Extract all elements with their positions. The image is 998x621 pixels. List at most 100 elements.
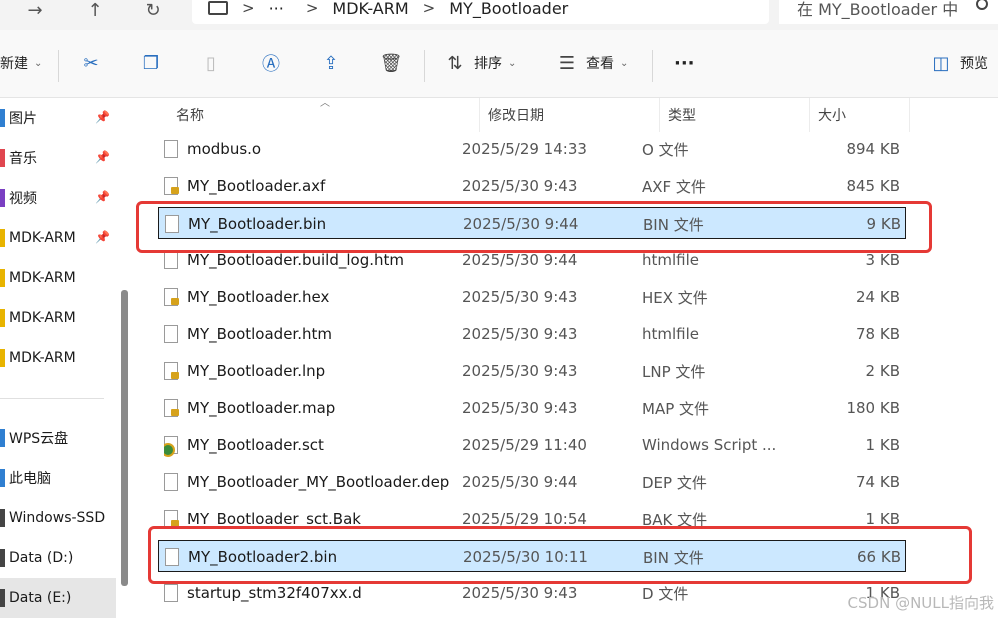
paste-button[interactable]: ▯: [200, 48, 222, 78]
file-icon: [164, 325, 178, 343]
file-date: 2025/5/29 14:33: [462, 140, 587, 158]
navigation-pane: 图片 📌 音乐 📌 视频 📌 MDK-ARM 📌 MDK-ARM MDK-ARM MDK-ARM WP…: [0, 98, 116, 621]
file-type: MAP 文件: [642, 399, 710, 418]
highlight-box: [148, 526, 972, 584]
sidebar-item-icon: [0, 149, 5, 167]
chevron-down-icon: ⌄: [508, 57, 517, 69]
sidebar-item[interactable]: MDK-ARM: [0, 258, 116, 298]
sidebar-item-label: MDK-ARM: [9, 310, 76, 326]
file-date: 2025/5/30 9:43: [462, 362, 578, 380]
scrollbar-thumb[interactable]: [121, 290, 128, 586]
rename-button[interactable]: Ⓐ: [260, 48, 282, 78]
view-button[interactable]: ☰ 查看 ⌄: [556, 48, 628, 78]
back-arrow-icon[interactable]: →: [20, 0, 50, 21]
search-placeholder: 在 MY_Bootloader 中搜索: [797, 0, 957, 19]
file-name: MY_Bootloader.sct: [187, 436, 324, 454]
computer-icon: [208, 1, 228, 15]
column-header-date[interactable]: 修改日期: [480, 98, 660, 132]
delete-button[interactable]: 🗑: [379, 48, 403, 78]
sidebar-item-label: WPS云盘: [9, 431, 69, 447]
file-row[interactable]: MY_Bootloader.map 2025/5/30 9:43 MAP 文件 180…: [158, 392, 906, 424]
column-label: 大小: [818, 108, 846, 124]
copy-icon: ❐: [142, 52, 160, 74]
sidebar-item-label: Windows-SSD: [9, 510, 106, 526]
pin-icon[interactable]: 📌: [95, 230, 110, 244]
watermark: CSDN @NULL指向我: [847, 594, 994, 612]
file-size: 24 KB: [856, 288, 900, 306]
breadcrumb-separator: >: [422, 0, 436, 17]
sidebar-item-icon: [0, 269, 5, 287]
sidebar-item-icon: [0, 109, 5, 127]
file-name: MY_Bootloader.hex: [187, 288, 330, 306]
file-row[interactable]: MY_Bootloader.hex 2025/5/30 9:43 HEX 文件 24 …: [158, 281, 906, 313]
view-label: 查看: [586, 56, 614, 72]
sidebar-item[interactable]: 此电脑: [0, 458, 116, 498]
highlight-box: [136, 201, 932, 253]
copy-button[interactable]: ❐: [140, 48, 162, 78]
file-name-cell: MY_Bootloader.sct: [164, 429, 464, 461]
file-name: MY_Bootloader.map: [187, 399, 336, 417]
search-input[interactable]: 在 MY_Bootloader 中搜索: [779, 0, 998, 24]
sidebar-item[interactable]: Data (E:): [0, 578, 116, 618]
file-size: 894 KB: [846, 140, 900, 158]
refresh-icon[interactable]: ↻: [138, 0, 168, 21]
column-label: 修改日期: [488, 108, 544, 124]
cut-button[interactable]: ✂: [80, 48, 102, 78]
file-type: htmlfile: [642, 325, 700, 343]
sidebar-item[interactable]: Data (D:): [0, 538, 116, 578]
search-icon[interactable]: [976, 0, 988, 10]
file-date: 2025/5/30 9:43: [462, 399, 578, 417]
share-button[interactable]: ⇪: [320, 48, 342, 78]
pin-icon[interactable]: 📌: [95, 150, 110, 164]
pin-icon[interactable]: 📌: [95, 110, 110, 124]
sidebar-scrollbar[interactable]: [120, 98, 130, 621]
command-bar: 新建 ⌄ ✂ ❐ ▯ Ⓐ ⇪ 🗑 ⇅ 排序 ⌄ ☰ 查看 ⌄ ··· ◫ 预览: [0, 30, 998, 98]
more-options-button[interactable]: ···: [674, 48, 695, 78]
preview-button[interactable]: ◫ 预览: [930, 48, 988, 78]
sidebar-item-icon: [0, 509, 5, 527]
sort-label: 排序: [474, 56, 502, 72]
breadcrumb-item[interactable]: MDK-ARM: [332, 0, 408, 18]
new-button[interactable]: 新建 ⌄: [0, 48, 42, 78]
file-name-cell: MY_Bootloader.htm: [164, 318, 464, 350]
file-name: MY_Bootloader.lnp: [187, 362, 326, 380]
sort-button[interactable]: ⇅ 排序 ⌄: [444, 48, 516, 78]
column-header-type[interactable]: 类型: [660, 98, 810, 132]
file-date: 2025/5/30 9:43: [462, 177, 578, 195]
file-name-cell: MY_Bootloader.hex: [164, 281, 464, 313]
sidebar-item[interactable]: MDK-ARM: [0, 298, 116, 338]
pin-icon[interactable]: 📌: [95, 190, 110, 204]
sidebar-item[interactable]: 音乐 📌: [0, 138, 116, 178]
file-row[interactable]: MY_Bootloader_MY_Bootloader.dep 2025/5/30…: [158, 466, 906, 498]
file-row[interactable]: MY_Bootloader.axf 2025/5/30 9:43 AXF 文件 845…: [158, 170, 906, 202]
file-icon: [164, 251, 178, 269]
file-name: MY_Bootloader.build_log.htm: [187, 251, 404, 269]
file-row[interactable]: modbus.o 2025/5/29 14:33 O 文件 894 KB: [158, 133, 906, 165]
divider: [652, 50, 653, 82]
sidebar-item[interactable]: WPS云盘: [0, 418, 116, 458]
file-name-cell: modbus.o: [164, 133, 464, 165]
breadcrumb-item[interactable]: MY_Bootloader: [449, 0, 568, 18]
sidebar-item[interactable]: MDK-ARM: [0, 338, 116, 378]
sidebar-item[interactable]: MDK-ARM 📌: [0, 218, 116, 258]
address-bar[interactable]: > ··· > MDK-ARM > MY_Bootloader: [192, 0, 769, 24]
trash-icon: 🗑: [379, 52, 403, 74]
breadcrumb-separator: >: [242, 0, 255, 17]
breadcrumb-more[interactable]: ···: [269, 0, 284, 18]
file-date: 2025/5/30 9:44: [462, 473, 578, 491]
sidebar-item[interactable]: Windows-SSD: [0, 498, 116, 538]
file-icon: [164, 473, 178, 491]
file-size: 1 KB: [865, 436, 900, 454]
sidebar-item[interactable]: 图片 📌: [0, 98, 116, 138]
file-row[interactable]: MY_Bootloader.sct 2025/5/29 11:40 Windows …: [158, 429, 906, 461]
up-arrow-icon[interactable]: ↑: [80, 0, 110, 21]
file-row[interactable]: MY_Bootloader.lnp 2025/5/30 9:43 LNP 文件 2 K…: [158, 355, 906, 387]
sidebar-item[interactable]: 视频 📌: [0, 178, 116, 218]
column-header-size[interactable]: 大小: [810, 98, 910, 132]
view-icon: ☰: [558, 52, 576, 74]
file-icon: [164, 177, 179, 195]
file-type: O 文件: [642, 140, 689, 159]
sidebar-item-icon: [0, 549, 5, 567]
chevron-down-icon: ⌄: [620, 57, 629, 69]
file-row[interactable]: MY_Bootloader.htm 2025/5/30 9:43 htmlfile 7…: [158, 318, 906, 350]
